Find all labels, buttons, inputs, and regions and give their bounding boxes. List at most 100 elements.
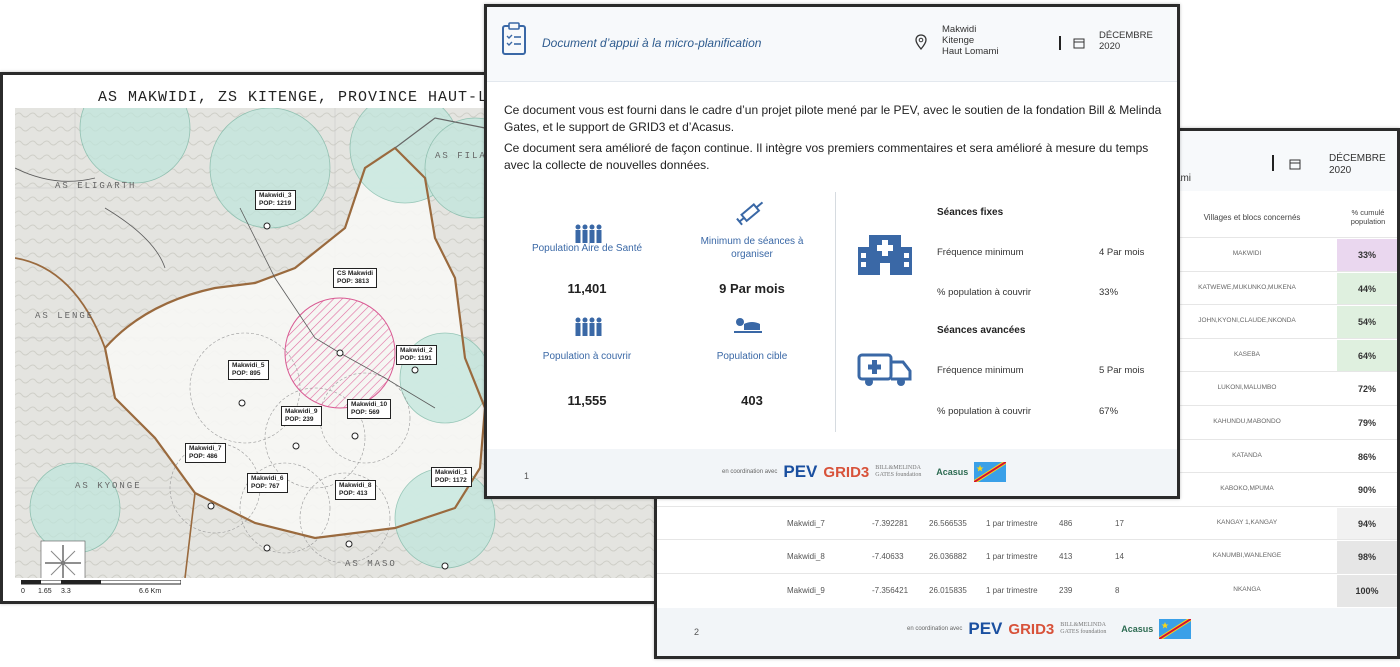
cell-freq: 1 par trimestre [986, 586, 1038, 595]
document-title: Document d’appui à la micro-planificatio… [542, 36, 762, 50]
site-label: Makwidi_7 POP: 486 [185, 443, 226, 463]
site-label: Makwidi_2 POP: 1191 [396, 345, 437, 365]
clipboard-icon [502, 22, 526, 55]
calendar-icon [1073, 38, 1085, 49]
table-row: Makwidi_8 -7.40633 26.036882 1 par trimestr… [657, 539, 1397, 574]
scale-bar: 0 1.65 3.3 6.6 Km [21, 580, 181, 598]
cell-cumulative-pct: 33% [1337, 239, 1397, 271]
stat-value: 403 [741, 393, 763, 408]
cell-cumulative-pct: 86% [1337, 440, 1397, 473]
column-header: Villages et blocs concernés [1203, 213, 1301, 222]
page-footer: 2 en coordination avec PEV GRID3 BILL&ME… [657, 608, 1397, 656]
people-icon [575, 224, 602, 243]
row-label: Fréquence minimum [937, 247, 1024, 258]
cell-seances: 8 [1115, 586, 1120, 595]
cell-villages: LUKONI,MALUMBO [1217, 384, 1277, 392]
intro-paragraph: Ce document sera amélioré de façon conti… [504, 141, 1149, 172]
site-label: Makwidi_8 POP: 413 [335, 480, 376, 500]
row-value: 33% [1099, 287, 1119, 298]
region-label: AS LENGE [35, 311, 94, 321]
location-pin-icon [915, 34, 927, 50]
date: DÉCEMBRE 2020 [1329, 153, 1386, 176]
stat-label: Population cible [716, 351, 788, 362]
page-number: 1 [524, 471, 530, 481]
grid3-logo: GRID3 [1008, 620, 1055, 638]
site-label: Makwidi_9 POP: 239 [281, 406, 322, 426]
cell-cumulative-pct: 72% [1337, 373, 1397, 406]
cell-pop: 239 [1059, 586, 1073, 595]
cell-lon: 26.015835 [929, 586, 967, 595]
grid3-logo: GRID3 [823, 463, 870, 481]
stat-value: 11,401 [567, 281, 607, 296]
stat-label: Population Aire de Santé [531, 243, 643, 254]
stat-label: Population à couvrir [542, 351, 632, 362]
infant-icon [734, 318, 762, 333]
column-header: % cumulé population [1350, 208, 1386, 226]
row-label: % population à couvrir [937, 287, 1031, 298]
cell-lat: -7.356421 [872, 586, 909, 595]
stat-label: Minimum de séances à organiser [700, 236, 804, 260]
pev-logo: PEV [968, 619, 1003, 638]
acasus-logo: Acasus [1121, 624, 1154, 634]
divider [835, 192, 836, 432]
cell-cumulative-pct: 94% [1337, 507, 1397, 540]
calendar-icon [1289, 159, 1301, 170]
cell-lon: 26.566535 [929, 518, 967, 528]
cell-villages: KABOKO,MPUMA [1220, 485, 1274, 493]
page-number: 2 [694, 627, 700, 637]
cell-cumulative-pct: 90% [1337, 474, 1397, 507]
cell-villages: KASEBA [1233, 350, 1260, 358]
cell-seances: 14 [1115, 552, 1124, 562]
section-heading: Séances avancées [937, 325, 1026, 336]
location: Makwidi Kitenge Haut Lomami [942, 24, 999, 57]
gates-logo: BILL&MELINDA GATES foundation [875, 465, 922, 478]
main-document-page: Document d’appui à la micro-planificatio… [484, 4, 1180, 499]
cell-villages: KANUMBI,WANLENGE [1212, 552, 1282, 560]
intro-paragraph: Ce document vous est fourni dans le cadr… [504, 103, 1162, 134]
site-label: Makwidi_10 POP: 569 [347, 399, 392, 419]
site-label: Makwidi_6 POP: 767 [247, 473, 288, 493]
cell-cumulative-pct: 98% [1337, 541, 1397, 574]
cell-cumulative-pct: 54% [1337, 306, 1397, 339]
partner-logos: en coordination avec PEV GRID3 BILL&MELI… [722, 462, 1007, 482]
page-header: Document d’appui à la micro-planificatio… [487, 7, 1177, 82]
cell-lat: -7.392281 [872, 518, 909, 528]
acasus-logo: Acasus [936, 467, 969, 477]
table-row: Makwidi_7 -7.392281 26.566535 1 par trimest… [657, 505, 1397, 541]
table-row: Makwidi_9 -7.356421 26.015835 1 par trimest… [657, 573, 1397, 608]
cell-cumulative-pct: 44% [1337, 272, 1397, 305]
region-label: AS MASO [345, 559, 397, 569]
cell-villages: KANGAY 1,KANGAY [1216, 518, 1278, 526]
row-value: 4 Par mois [1099, 247, 1145, 258]
cell-villages: KATANDA [1232, 451, 1262, 459]
site-label: Makwidi_3 POP: 1219 [255, 190, 296, 210]
row-label: % population à couvrir [937, 406, 1031, 417]
cell-lon: 26.036882 [929, 552, 967, 562]
cell-villages: KAHUNDU,MABONDO [1213, 418, 1281, 425]
drc-flag-icon [974, 462, 1007, 482]
cell-site: Makwidi_8 [787, 552, 825, 562]
ambulance-icon [857, 353, 912, 386]
stat-value: 9 Par mois [719, 281, 785, 296]
cell-villages: JOHN,KYONI,CLAUDE,NKONDA [1198, 317, 1296, 325]
region-label: AS KYONGE [75, 481, 142, 491]
cell-villages: NKANGA [1233, 586, 1261, 593]
cell-site: Makwidi_7 [787, 518, 825, 528]
row-value: 67% [1099, 406, 1119, 417]
site-label: Makwidi_5 POP: 895 [228, 360, 269, 380]
cell-villages: KATWEWE,MUKUNKO,MUKENA [1198, 283, 1296, 291]
cell-pop: 486 [1059, 518, 1073, 528]
cell-site: Makwidi_9 [787, 586, 825, 595]
cell-freq: 1 par trimestre [986, 552, 1038, 562]
health-center-icon [858, 235, 912, 275]
cell-lat: -7.40633 [872, 552, 904, 562]
compass-icon [40, 540, 86, 578]
cell-cumulative-pct: 64% [1337, 339, 1397, 372]
syringe-icon [736, 201, 764, 226]
site-label: Makwidi_1 POP: 1172 [431, 467, 472, 487]
page-footer: 1 en coordination avec PEV GRID3 BILL&ME… [487, 449, 1177, 496]
cell-freq: 1 par trimestre [986, 518, 1038, 528]
row-label: Fréquence minimum [937, 365, 1024, 376]
cell-villages: MAKWIDI [1232, 250, 1262, 257]
pev-logo: PEV [783, 462, 818, 481]
